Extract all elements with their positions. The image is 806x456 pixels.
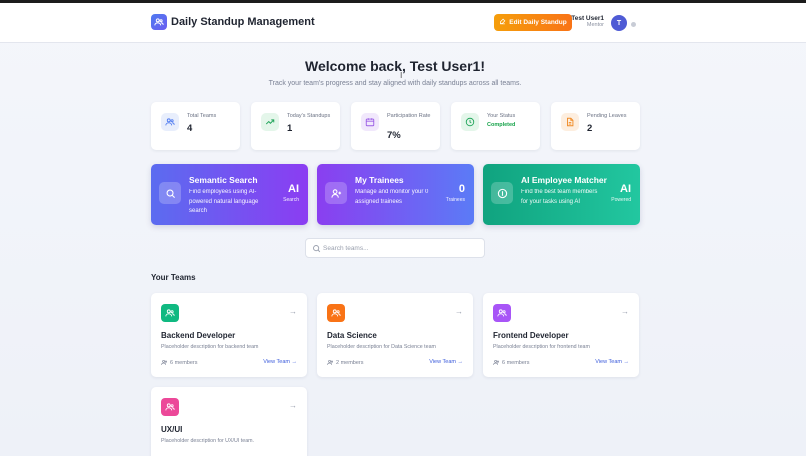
user-plus-icon [325,182,347,204]
users-icon [161,304,179,322]
app-title: Daily Standup Management [171,16,315,28]
stat-value: 1 [287,123,293,134]
team-card-frontend-developer[interactable]: → Frontend Developer Placeholder descrip… [483,293,639,377]
users-icon [161,359,168,365]
my-trainees-card[interactable]: My Trainees Manage and monitor your 0 as… [317,164,474,225]
search-icon [313,245,321,253]
document-icon [561,113,579,131]
user-role: Mentor [586,22,604,28]
stat-card-total-teams: Total Teams 4 [151,102,240,150]
users-icon [151,14,167,30]
team-members: 6 members [161,359,198,366]
feature-description: Find employees using AI-powered natural … [189,189,259,214]
feature-highlight: AI [620,183,631,195]
stat-value: 4 [187,123,193,134]
text-cursor-icon: I [400,71,403,80]
stat-card-your-status: Your Status Completed [451,102,540,150]
feature-description: Manage and monitor your 0 assigned train… [355,189,429,205]
stat-label: Total Teams [187,113,217,119]
team-card-backend-developer[interactable]: → Backend Developer Placeholder descript… [151,293,307,377]
stat-card-todays-standups: Today's Standups 1 [251,102,340,150]
team-search[interactable] [305,238,485,258]
view-team-link[interactable]: View Team → [429,359,463,365]
arrow-right-icon[interactable]: → [289,307,297,316]
users-icon [161,113,179,131]
search-icon [159,182,181,204]
team-card-data-science[interactable]: → Data Science Placeholder description f… [317,293,473,377]
stat-label: Your Status [487,113,516,119]
team-name: Backend Developer [161,331,236,340]
users-icon [493,359,500,365]
edit-daily-standup-button[interactable]: Edit Daily Standup [494,14,572,31]
section-title: Your Teams [151,273,196,282]
match-icon [491,182,513,204]
arrow-right-icon[interactable]: → [455,307,463,316]
search-input[interactable] [323,242,481,255]
feature-title: AI Employee Matcher [521,175,607,185]
team-members: 2 members [327,359,364,366]
team-description: Placeholder description for UX/UI team. [161,438,255,444]
status-badge: Completed [487,122,516,128]
edit-button-label: Edit Daily Standup [509,19,567,26]
trending-up-icon [261,113,279,131]
page-subtitle: Track your team's progress and stay alig… [268,80,522,87]
clock-icon [461,113,479,131]
feature-highlight-label: Search [283,197,299,203]
team-name: Data Science [327,331,377,340]
view-team-link[interactable]: View Team → [595,359,629,365]
stat-value: 2 [587,123,593,134]
team-members: 6 members [493,359,530,366]
semantic-search-card[interactable]: Semantic Search Find employees using AI-… [151,164,308,225]
page-title: Welcome back, Test User1! [304,58,485,74]
member-count: 2 members [336,359,364,366]
feature-highlight-label: Powered [611,197,631,203]
edit-icon [499,18,506,27]
team-name: Frontend Developer [493,331,569,340]
feature-highlight: 0 [458,183,465,195]
feature-description: Find the best team members for your task… [521,189,598,205]
stat-label: Pending Leaves [587,113,627,119]
avatar[interactable]: T [611,15,627,31]
arrow-right-icon[interactable]: → [289,401,297,410]
stat-value: 7% [387,130,401,141]
team-description: Placeholder description for backend team [161,344,259,350]
view-team-link[interactable]: View Team → [263,359,297,365]
user-name: Test User1 [571,15,604,22]
team-description: Placeholder description for Data Science… [327,344,436,350]
feature-title: Semantic Search [189,175,258,185]
users-icon [327,304,345,322]
top-header: Daily Standup Management Edit Daily Stan… [0,3,806,43]
ai-employee-matcher-card[interactable]: AI Employee Matcher Find the best team m… [483,164,640,225]
feature-title: My Trainees [355,175,404,185]
stat-label: Today's Standups [287,113,331,119]
stat-label: Participation Rate [387,113,431,119]
feature-highlight-label: Trainees [445,197,465,203]
users-icon [327,359,334,365]
user-info[interactable]: Test User1 Mentor [566,15,604,28]
arrow-right-icon[interactable]: → [621,307,629,316]
team-name: UX/UI [161,425,183,434]
calendar-icon [361,113,379,131]
team-description: Placeholder description for frontend tea… [493,344,590,350]
stat-card-pending-leaves: Pending Leaves 2 [551,102,640,150]
team-card-ux-ui[interactable]: → UX/UI Placeholder description for UX/U… [151,387,307,456]
member-count: 6 members [502,359,530,366]
stat-card-participation-rate: Participation Rate 7% [351,102,440,150]
users-icon [161,398,179,416]
feature-highlight: AI [288,183,299,195]
member-count: 6 members [170,359,198,366]
users-icon [493,304,511,322]
user-menu-dot-icon[interactable] [631,22,636,27]
